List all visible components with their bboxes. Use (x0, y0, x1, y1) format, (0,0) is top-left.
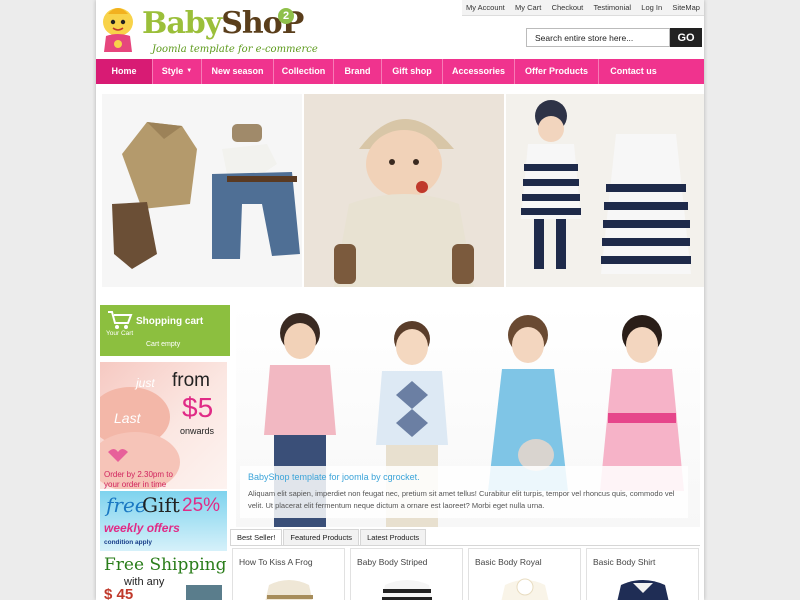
promo-free-gift-banner[interactable]: free Gift 25% weekly offers condition ap… (100, 491, 227, 551)
top-links-bar: My Account My Cart Checkout Testimonial … (462, 0, 704, 16)
shopping-cart-box[interactable]: Shopping cart Your Cart Cart empty (100, 305, 230, 356)
slideshow-text: Aliquam elit sapien, imperdiet non feuga… (248, 489, 675, 510)
nav-label: Home (111, 66, 137, 76)
product-card[interactable]: Basic Body Shirt (586, 548, 699, 600)
delivery-truck-icon (186, 585, 222, 600)
promo2-condition: condition apply (104, 539, 153, 546)
product-image (617, 580, 669, 600)
banner-tile-striped-dress[interactable] (506, 94, 704, 287)
nav-label: Brand (344, 66, 371, 76)
baby-photo (304, 94, 504, 287)
nav-label: Offer Products (524, 66, 588, 76)
nav-item-offer-products[interactable]: Offer Products (515, 59, 599, 84)
tab-best-seller[interactable]: Best Seller! (230, 529, 283, 546)
promo1-order-line2: your order in time (104, 480, 167, 489)
nav-item-home[interactable]: Home (96, 59, 153, 84)
cart-status: Cart empty (146, 341, 181, 348)
nav-item-contact-us[interactable]: Contact us (599, 59, 668, 84)
promo1-price: $5 (182, 392, 214, 423)
slideshow-title[interactable]: BabyShop template for joomla by cgrocket… (248, 472, 680, 482)
top-link-testimonial[interactable]: Testimonial (594, 3, 632, 12)
promo1-last: Last (114, 410, 141, 426)
banner-tile-clothes[interactable] (102, 94, 302, 287)
search-form: GO (526, 28, 702, 47)
promo-free-shipping-banner[interactable]: Free Shipping with any $ 45 (100, 553, 227, 600)
promo2-weekly: weekly offers (104, 521, 180, 535)
tab-latest-products[interactable]: Latest Products (360, 529, 427, 546)
nav-item-new-season[interactable]: New season (202, 59, 274, 84)
nav-label: New season (211, 66, 264, 76)
tab-featured-products[interactable]: Featured Products (283, 529, 360, 546)
product-image (381, 580, 433, 600)
product-image (501, 578, 549, 600)
chevron-down-icon: ▼ (186, 68, 193, 74)
product-card[interactable]: Baby Body Striped (350, 548, 463, 600)
nav-label: Accessories (451, 66, 506, 76)
promo1-from: from (172, 370, 210, 391)
search-go-button[interactable]: GO (670, 28, 702, 47)
cart-subtitle: Your Cart (106, 330, 134, 337)
girl-dress-photo (506, 94, 704, 287)
top-link-my-cart[interactable]: My Cart (515, 3, 541, 12)
product-name[interactable]: Baby Body Striped (351, 549, 462, 567)
shopping-cart-icon (108, 311, 133, 329)
product-tabs: Best Seller! Featured Products Latest Pr… (230, 529, 427, 546)
site-logo[interactable]: BabyShoP 2 Joomla template for e-commerc… (100, 4, 318, 58)
logo-tagline: Joomla template for e-commerce (152, 44, 318, 55)
top-link-sitemap[interactable]: SiteMap (672, 3, 700, 12)
promo3-amount: $ 45 (104, 586, 134, 600)
banner-tile-baby-hat[interactable] (304, 94, 504, 287)
promo2-gift: Gift (142, 493, 180, 517)
nav-label: Contact us (610, 66, 657, 76)
nav-item-style[interactable]: Style ▼ (153, 59, 202, 84)
logo-version-badge: 2 (278, 8, 294, 24)
promo2-percent: 25% (182, 495, 221, 516)
promo1-just: just (136, 376, 155, 390)
nav-label: Collection (281, 66, 326, 76)
product-image (265, 580, 313, 600)
promo1-onwards: onwards (180, 426, 215, 436)
nav-label: Style (161, 66, 184, 76)
nav-item-collection[interactable]: Collection (274, 59, 334, 84)
promo3-free-shipping: Free Shipping (104, 555, 227, 575)
nav-item-accessories[interactable]: Accessories (443, 59, 515, 84)
search-input[interactable] (526, 28, 670, 47)
clothes-photo (112, 122, 300, 269)
top-link-checkout[interactable]: Checkout (552, 3, 584, 12)
slideshow-caption: BabyShop template for joomla by cgrocket… (240, 466, 688, 518)
nav-label: Gift shop (392, 66, 432, 76)
top-link-log-in[interactable]: Log In (641, 3, 662, 12)
main-nav: Home Style ▼ New season Collection Brand … (96, 59, 704, 84)
nav-item-gift-shop[interactable]: Gift shop (382, 59, 443, 84)
baby-mascot-icon (103, 8, 133, 52)
product-name[interactable]: Basic Body Royal (469, 549, 580, 567)
nav-item-brand[interactable]: Brand (334, 59, 382, 84)
top-link-my-account[interactable]: My Account (466, 3, 505, 12)
product-card[interactable]: How To Kiss A Frog (232, 548, 345, 600)
promo2-free: free (106, 493, 147, 517)
promo-sale-banner[interactable]: just from $5 onwards Last Order by 2.30p… (100, 362, 227, 489)
promo1-order-line1: Order by 2.30pm to (104, 470, 173, 479)
page: BabyShoP 2 Joomla template for e-commerc… (96, 0, 704, 600)
product-card[interactable]: Basic Body Royal (468, 548, 581, 600)
product-name[interactable]: How To Kiss A Frog (233, 549, 344, 567)
tab-divider (230, 545, 700, 546)
cart-title: Shopping cart (136, 316, 204, 327)
product-name[interactable]: Basic Body Shirt (587, 549, 698, 567)
